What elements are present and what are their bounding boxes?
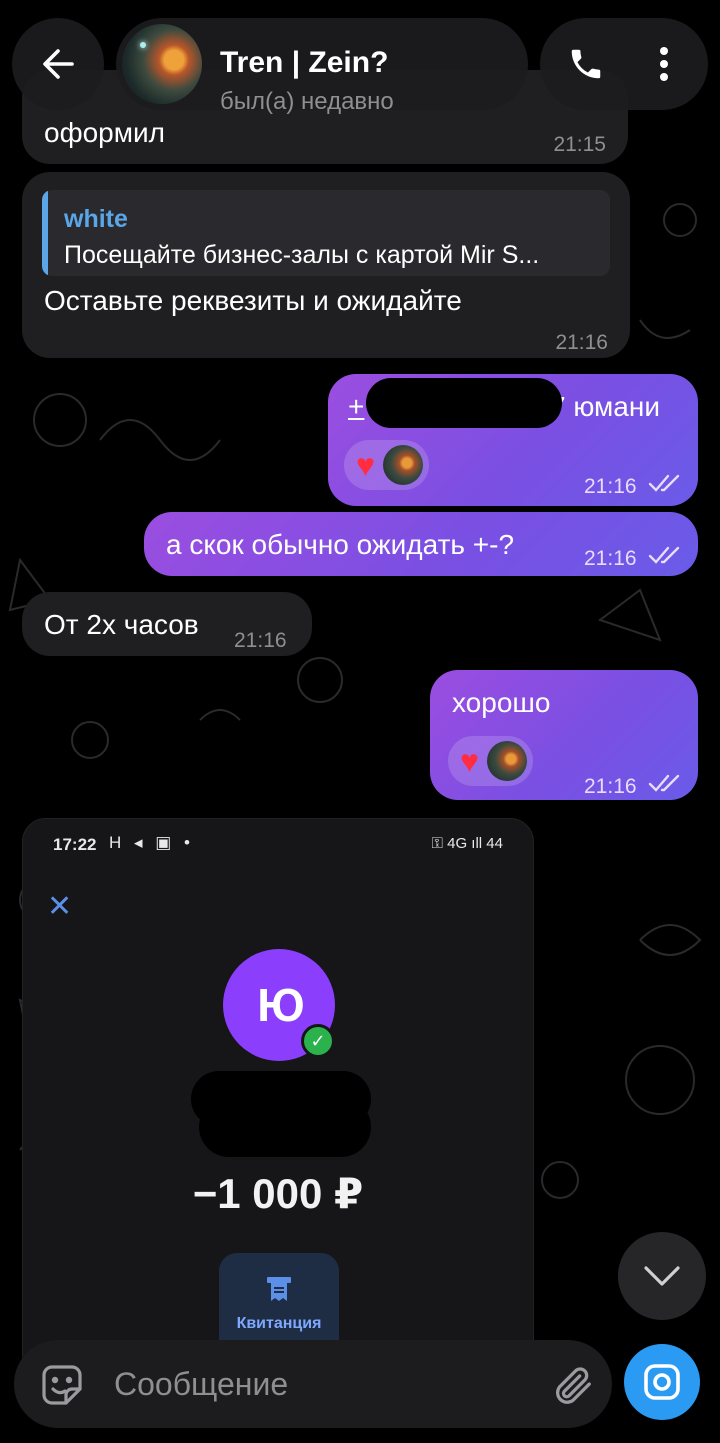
camera-button[interactable]: [624, 1344, 700, 1420]
scroll-down-button[interactable]: [618, 1232, 706, 1320]
receipt-icon: [267, 1277, 291, 1301]
heart-reaction[interactable]: ♥: [344, 440, 429, 490]
heart-icon: ♥: [356, 447, 375, 483]
call-button[interactable]: [554, 32, 618, 96]
read-ticks-icon: [648, 474, 680, 492]
contact-name: Tren | Zein?: [220, 46, 389, 79]
reactor-avatar: [383, 445, 423, 485]
message-time: 21:16: [584, 475, 637, 498]
media-battery-signal: ⚿ 4G ıll 44: [431, 835, 503, 852]
message-time: 21:16: [584, 775, 637, 798]
image-message[interactable]: 17:22 H ◂ ▣ • ⚿ 4G ıll 44 ✕ Ю ✓ −1 000 ₽…: [22, 818, 534, 1378]
phone-icon: [571, 49, 601, 79]
redacted-area: [366, 378, 562, 428]
media-status-time: 17:22: [53, 835, 97, 854]
message-text: оформил: [44, 117, 165, 148]
close-icon: ✕: [47, 890, 73, 923]
header-actions: [540, 18, 708, 110]
reply-accent-bar: [42, 190, 48, 276]
attach-button[interactable]: [544, 1360, 600, 1410]
reply-quote[interactable]: white Посещайте бизнес-залы с картой Mir…: [42, 190, 610, 276]
payment-amount: −1 000 ₽: [192, 1170, 364, 1217]
receipt-label: Квитанция: [236, 1315, 322, 1332]
paperclip-icon: [556, 1367, 591, 1404]
reply-author: white: [64, 205, 128, 233]
read-ticks-icon: [648, 774, 680, 792]
outgoing-message[interactable]: хорошо ♥ 21:16: [430, 670, 698, 800]
heart-icon: ♥: [460, 743, 479, 779]
message-text: а скок обычно ожидать +-?: [166, 529, 515, 560]
contact-avatar[interactable]: [122, 24, 202, 104]
message-time: 21:16: [555, 331, 608, 354]
media-status-icons: H ◂ ▣ •: [109, 833, 194, 852]
read-ticks-icon: [648, 546, 680, 564]
reactor-avatar: [487, 741, 527, 781]
redacted-area: [199, 1097, 371, 1157]
check-icon: ✓: [301, 1024, 335, 1058]
message-text-start: +: [348, 391, 365, 422]
message-time: 21:16: [584, 547, 637, 570]
message-input[interactable]: [114, 1364, 524, 1404]
message-input-bar: [14, 1340, 612, 1428]
message-text-end: 7 юмани: [550, 391, 660, 422]
message-text: Оставьте реквезиты и ожидайте: [44, 285, 462, 316]
more-button[interactable]: [632, 32, 696, 96]
message-text: хорошо: [452, 687, 551, 718]
sticker-icon: [42, 1365, 82, 1405]
message-text: От 2х часов: [44, 609, 199, 640]
contact-status: был(а) недавно: [220, 88, 394, 115]
chat-header[interactable]: Tren | Zein? был(а) недавно: [116, 18, 528, 115]
camera-icon: [644, 1364, 680, 1400]
arrow-left-icon: [43, 49, 74, 79]
reply-text: Посещайте бизнес-залы с картой Mir S...: [64, 241, 540, 269]
back-button[interactable]: [12, 18, 104, 110]
heart-reaction[interactable]: ♥: [448, 736, 533, 786]
outgoing-message[interactable]: а скок обычно ожидать +-? 21:16: [144, 512, 698, 576]
message-time: 21:16: [234, 629, 287, 652]
more-vertical-icon: [660, 47, 668, 81]
chevron-down-icon: [644, 1266, 680, 1286]
incoming-message[interactable]: От 2х часов 21:16: [22, 592, 312, 656]
sticker-button[interactable]: [34, 1360, 90, 1410]
message-time: 21:15: [553, 133, 606, 156]
incoming-message-reply[interactable]: white Посещайте бизнес-залы с картой Mir…: [22, 172, 630, 358]
